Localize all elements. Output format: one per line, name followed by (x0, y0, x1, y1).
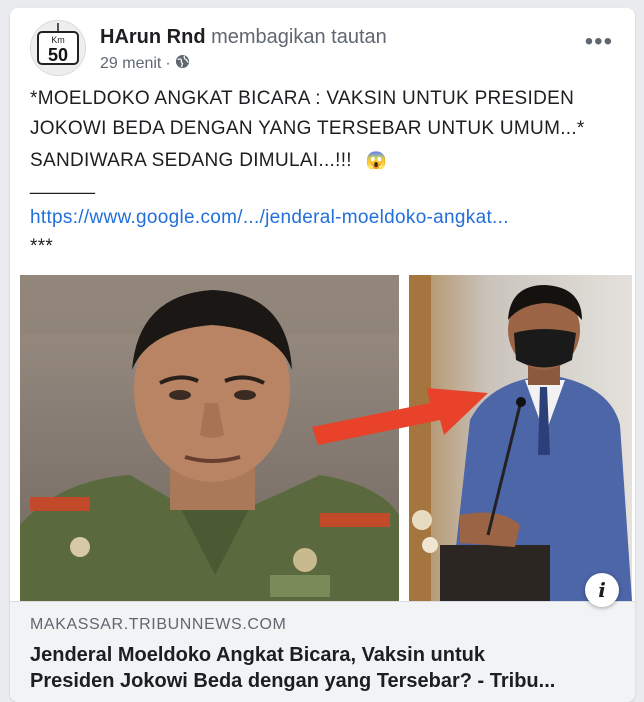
preview-photo (20, 275, 632, 601)
avatar-image: Km 50 (31, 21, 85, 75)
info-icon[interactable]: i (585, 573, 619, 607)
share-action-text: membagikan tautan (211, 26, 387, 48)
post-link[interactable]: https://www.google.com/.../jenderal-moel… (30, 207, 509, 228)
scream-emoji-icon: 😱 (365, 151, 387, 170)
post-card: Km 50 HArun Rnd membagikan tautan 29 men… (10, 8, 635, 702)
preview-title[interactable]: Jenderal Moeldoko Angkat Bicara, Vaksin … (30, 642, 620, 694)
post-text-line-3: SANDIWARA SEDANG DIMULAI...!!! 😱 (30, 150, 387, 172)
avatar-sign-top: Km (51, 35, 65, 45)
avatar[interactable]: Km 50 (30, 20, 86, 76)
separator-dot: · (165, 55, 171, 72)
more-options-button[interactable]: ••• (585, 30, 613, 54)
globe-icon[interactable] (175, 54, 190, 74)
preview-title-line-2: Presiden Jokowi Beda dengan yang Terseba… (30, 670, 556, 692)
post-separator-line: ______ (30, 174, 96, 195)
preview-domain: MAKASSAR.TRIBUNNEWS.COM (30, 616, 287, 633)
author-name[interactable]: HArun Rnd (100, 26, 206, 48)
post-text-line-3-content: SANDIWARA SEDANG DIMULAI...!!! (30, 150, 352, 171)
post-meta: 29 menit · (100, 54, 190, 74)
author-line: HArun Rnd membagikan tautan (100, 26, 387, 49)
preview-title-line-1: Jenderal Moeldoko Angkat Bicara, Vaksin … (30, 644, 485, 666)
link-preview-image[interactable] (20, 275, 632, 601)
post-text-line-2: JOKOWI BEDA DENGAN YANG TERSEBAR UNTUK U… (30, 118, 585, 139)
post-stars: *** (30, 236, 54, 257)
post-time[interactable]: 29 menit (100, 55, 161, 73)
link-preview-footer[interactable]: MAKASSAR.TRIBUNNEWS.COM Jenderal Moeldok… (10, 601, 635, 702)
post-text-line-1: *MOELDOKO ANGKAT BICARA : VAKSIN UNTUK P… (30, 88, 575, 109)
post-url-line: https://www.google.com/.../jenderal-moel… (30, 207, 509, 229)
avatar-sign-number: 50 (48, 45, 68, 65)
